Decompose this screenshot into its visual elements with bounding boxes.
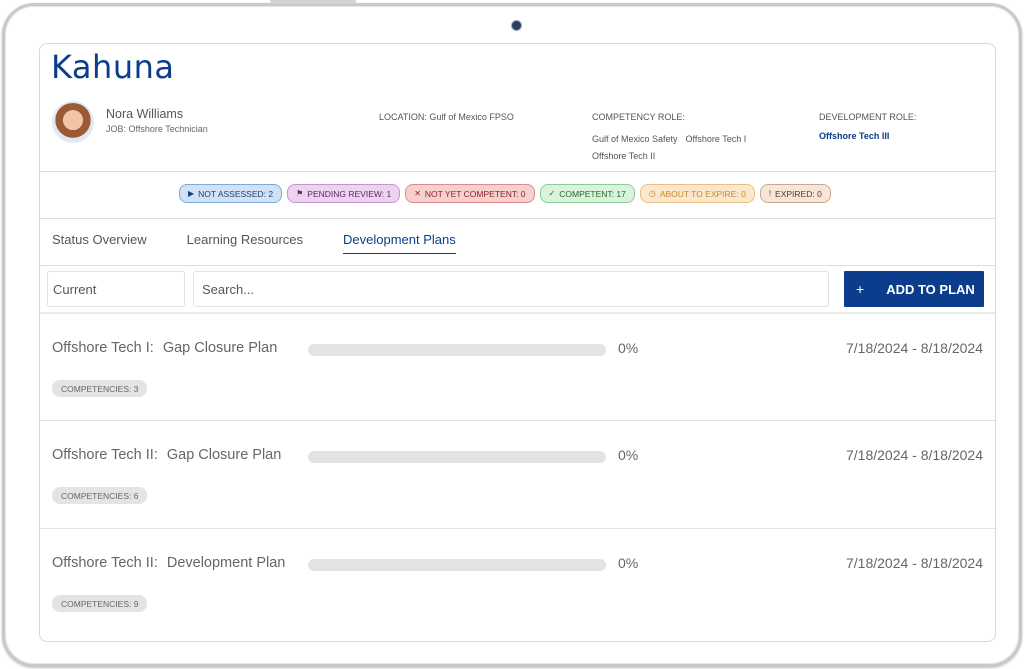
app-screen: Kahuna Nora Williams JOB: Offshore Techn… [39, 43, 996, 642]
competencies-badge: COMPETENCIES: 3 [52, 380, 148, 397]
plan-title: Offshore Tech I: Gap Closure Plan [52, 340, 277, 356]
plan-dates: 7/18/2024 - 8/18/2024 [845, 340, 983, 356]
exclamation-icon: ! [768, 189, 772, 198]
development-role: DEVELOPMENT ROLE: Offshore Tech III [819, 112, 916, 141]
status-badge-label: ABOUT TO EXPIRE: 0 [659, 188, 746, 199]
plan-name: Development Plan [166, 555, 286, 571]
plus-icon: + [856, 281, 865, 297]
plan-title: Offshore Tech II: Gap Closure Plan [52, 447, 281, 463]
plan-progress-percent: 0% [618, 447, 639, 463]
status-badge-label: EXPIRED: 0 [775, 188, 822, 199]
user-job: JOB: Offshore Technician [106, 124, 208, 134]
tab-bar: Status Overview Learning Resources Devel… [52, 232, 456, 254]
add-to-plan-label: ADD TO PLAN [886, 281, 975, 297]
plans-toolbar: Current Search... + ADD TO PLAN [47, 271, 984, 307]
status-badge-competent[interactable]: ✓ COMPETENT: 17 [539, 184, 635, 203]
status-badge-pending-review[interactable]: ⚑ PENDING REVIEW: 1 [287, 184, 401, 203]
kahuna-logo: Kahuna [51, 48, 175, 86]
divider [40, 218, 995, 219]
tab-development-plans[interactable]: Development Plans [343, 232, 456, 254]
plans-list: Offshore Tech I: Gap Closure Plan 0% 7/18… [40, 312, 995, 636]
plan-progress-bar [308, 451, 606, 463]
plan-progress-percent: 0% [618, 340, 639, 356]
competency-role-item: Offshore Tech I [685, 134, 747, 144]
plan-row[interactable]: Offshore Tech II: Development Plan 0% 7/1… [40, 528, 995, 636]
plan-title: Offshore Tech II: Development Plan [52, 555, 285, 571]
flag-icon: ⚑ [296, 189, 304, 198]
plan-row[interactable]: Offshore Tech I: Gap Closure Plan 0% 7/18… [40, 312, 995, 420]
status-badge-label: NOT YET COMPETENT: 0 [424, 188, 526, 199]
status-badge-label: NOT ASSESSED: 2 [198, 188, 274, 199]
divider [40, 265, 995, 266]
competencies-badge: COMPETENCIES: 6 [52, 487, 148, 504]
plan-role: Offshore Tech I: [52, 340, 154, 356]
avatar [52, 101, 94, 143]
plan-progress-bar [308, 344, 606, 356]
competencies-badge: COMPETENCIES: 9 [52, 595, 148, 612]
status-badge-about-to-expire[interactable]: ◷ ABOUT TO EXPIRE: 0 [639, 184, 755, 203]
status-badge-not-yet-competent[interactable]: ✕ NOT YET COMPETENT: 0 [405, 184, 535, 203]
user-profile: Nora Williams JOB: Offshore Technician [52, 101, 208, 143]
plan-role: Offshore Tech II: [52, 555, 158, 571]
competency-role: COMPETENCY ROLE: Gulf of Mexico Safety Of… [592, 112, 772, 165]
development-role-label: DEVELOPMENT ROLE: [819, 112, 917, 122]
plan-row[interactable]: Offshore Tech II: Gap Closure Plan 0% 7/1… [40, 420, 995, 528]
plan-name: Gap Closure Plan [162, 340, 278, 356]
plan-filter-select[interactable]: Current [47, 271, 185, 307]
competency-role-item: Gulf of Mexico Safety [592, 134, 678, 144]
competency-role-item: Offshore Tech II [592, 151, 656, 161]
clock-icon: ◷ [648, 189, 656, 198]
play-icon: ▶ [188, 189, 195, 198]
check-icon: ✓ [548, 189, 556, 198]
camera-icon [511, 20, 522, 31]
divider [40, 171, 995, 172]
tab-learning-resources[interactable]: Learning Resources [187, 232, 303, 254]
user-location: LOCATION: Gulf of Mexico FPSO [379, 112, 514, 122]
status-badge-label: COMPETENT: 17 [559, 188, 626, 199]
status-badge-label: PENDING REVIEW: 1 [307, 188, 392, 199]
status-badge-expired[interactable]: ! EXPIRED: 0 [759, 184, 831, 203]
status-badges: ▶ NOT ASSESSED: 2 ⚑ PENDING REVIEW: 1 ✕ NOT… [179, 184, 831, 203]
plan-dates: 7/18/2024 - 8/18/2024 [845, 447, 983, 463]
competency-role-label: COMPETENCY ROLE: [592, 112, 685, 122]
x-icon: ✕ [414, 189, 421, 198]
plan-name: Gap Closure Plan [166, 447, 282, 463]
tablet-frame: Kahuna Nora Williams JOB: Offshore Techn… [2, 3, 1022, 667]
device-power-button [270, 0, 356, 4]
status-badge-not-assessed[interactable]: ▶ NOT ASSESSED: 2 [179, 184, 283, 203]
tab-status-overview[interactable]: Status Overview [52, 232, 147, 254]
user-name: Nora Williams [106, 107, 184, 121]
plan-progress-percent: 0% [618, 555, 639, 571]
plan-dates: 7/18/2024 - 8/18/2024 [845, 555, 983, 571]
development-role-value: Offshore Tech III [819, 131, 890, 141]
add-to-plan-button[interactable]: + ADD TO PLAN [844, 271, 984, 307]
plan-progress-bar [308, 559, 606, 571]
search-input[interactable]: Search... [193, 271, 829, 307]
plan-role: Offshore Tech II: [52, 447, 158, 463]
